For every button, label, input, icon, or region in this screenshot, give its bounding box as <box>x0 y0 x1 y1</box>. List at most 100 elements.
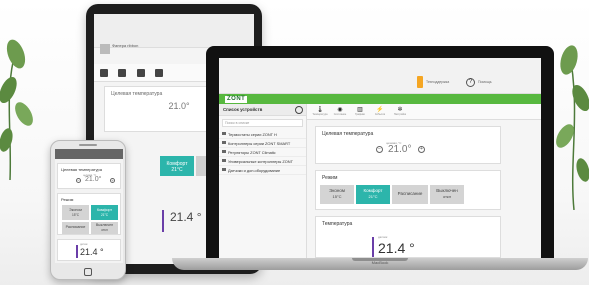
phone-increase-button[interactable]: + <box>110 178 115 183</box>
user-link[interactable]: Техподдержка <box>426 80 449 84</box>
sidebar-title: Список устройств <box>223 107 263 112</box>
target-temperature-card: Целевая температура целевая, °С − 21.0° … <box>315 126 501 164</box>
phone-target-title: Целевая температура <box>61 167 102 172</box>
thermometer-icon[interactable]: 🌡 Температура <box>311 106 329 118</box>
phone-decrease-button[interactable]: − <box>76 178 81 183</box>
main-toolbar: 🌡 Температура ◉ Состояние ▥ Графики ⚡ Событи… <box>307 104 541 120</box>
tool-caption: Настройки <box>393 113 407 116</box>
tablet-tool-icon[interactable] <box>100 69 108 77</box>
phone-mode-card: Режим Эконом 15°C Комфорт 21°C Расписани… <box>57 193 121 235</box>
phone-mode-label: Эконом <box>69 208 82 212</box>
phone-device: Целевая температура целевая, °С − 21.0° … <box>50 140 126 280</box>
mode-schedule-button[interactable]: Расписание <box>392 185 428 204</box>
phone-mode-label: Комфорт <box>96 208 113 212</box>
phone-temperature-caption: датчик <box>80 243 88 246</box>
tool-caption: Температура <box>312 113 328 116</box>
sidebar-search-input[interactable]: Поиск в списке <box>222 119 303 127</box>
settings-icon[interactable]: ✲ Настройки <box>391 106 409 118</box>
sidebar-item-label: Контроллеры серии ZONT SMART <box>228 141 291 146</box>
phone-mode-temp: откл <box>101 227 108 232</box>
sidebar-item-label: Универсальные контроллеры ZONT <box>228 159 293 164</box>
phone-temperature-card: датчик 21.4 ° <box>57 239 121 261</box>
app-top-bar <box>219 58 541 94</box>
mode-label: Эконом <box>329 188 345 193</box>
laptop-base: MacBook <box>172 258 588 270</box>
help-link[interactable]: Помощь <box>478 80 492 84</box>
temperature-card-title: Температура <box>322 221 353 227</box>
folder-icon <box>222 150 226 153</box>
phone-home-button[interactable] <box>84 268 92 276</box>
phone-mode-comfort-button[interactable]: Комфорт 21°C <box>91 205 118 220</box>
phone-mode-title: Режим <box>61 197 74 202</box>
zont-logo[interactable]: ZONT <box>225 96 248 103</box>
mode-temp: 21°C <box>368 194 378 199</box>
tablet-temp-bar <box>162 210 164 232</box>
laptop-device: Техподдержка ? Помощь ZONT Список устрой… <box>172 46 588 270</box>
tablet-tool-icon[interactable] <box>136 69 145 77</box>
user-phone-icon[interactable] <box>417 76 423 88</box>
main-panel: 🌡 Температура ◉ Состояние ▥ Графики ⚡ Событи… <box>307 104 541 258</box>
tablet-tool-icon[interactable] <box>155 69 164 77</box>
mode-label: Расписание <box>397 191 423 196</box>
sidebar-item[interactable]: Универсальные контроллеры ZONT <box>219 157 306 166</box>
folder-icon <box>222 168 226 171</box>
target-value: 21.0° <box>388 144 412 155</box>
phone-speaker <box>79 144 97 146</box>
increase-target-button[interactable]: + <box>418 146 425 153</box>
temperature-caption: датчик <box>378 235 388 239</box>
sidebar-item-label: Датчики и доп.оборудование <box>228 168 281 173</box>
mode-off-button[interactable]: Выключен откл <box>430 185 464 204</box>
folder-icon <box>222 141 226 144</box>
phone-mode-economy-button[interactable]: Эконом 15°C <box>62 205 89 220</box>
tool-caption: События <box>374 113 386 116</box>
phone-mode-label: Расписание <box>65 225 86 229</box>
laptop-screen: Техподдержка ? Помощь ZONT Список устрой… <box>219 58 541 258</box>
mode-temp: откл <box>442 194 452 199</box>
sidebar-item[interactable]: Термостаты серии ZONT H <box>219 130 306 139</box>
gauge-icon[interactable]: ◉ Состояние <box>331 106 349 118</box>
sidebar-item-label: Термостаты серии ZONT H <box>228 132 277 137</box>
phone-mode-temp: 15°C <box>71 212 80 217</box>
laptop-lid: Техподдержка ? Помощь ZONT Список устрой… <box>206 46 554 260</box>
phone-screen: Целевая температура целевая, °С − 21.0° … <box>55 149 123 263</box>
tool-caption: Состояние <box>333 113 347 116</box>
phone-target-card: Целевая температура целевая, °С − 21.0° … <box>57 163 121 189</box>
tablet-app-logo <box>100 44 110 54</box>
sidebar-item[interactable]: Контроллеры серии ZONT SMART <box>219 139 306 148</box>
tablet-mode-comfort[interactable]: Комфорт 21°C <box>160 156 194 176</box>
sidebar-header: Список устройств <box>219 104 306 116</box>
phone-top-bar <box>55 149 123 159</box>
laptop-brand-label: MacBook <box>371 260 389 265</box>
mode-economy-button[interactable]: Эконом 15°C <box>320 185 354 204</box>
temperature-bar <box>372 237 374 257</box>
target-card-title: Целевая температура <box>322 131 374 137</box>
phone-temperature-value: 21.4 ° <box>80 247 104 257</box>
mode-card-title: Режим <box>322 175 338 181</box>
mode-comfort-button[interactable]: Комфорт 21°C <box>356 185 390 204</box>
mode-label: Выключен <box>436 188 458 193</box>
tool-caption: Графики <box>355 113 365 116</box>
phone-mode-temp: 21°C <box>100 212 109 217</box>
phone-temperature-bar <box>76 245 78 258</box>
decrease-target-button[interactable]: − <box>376 146 383 153</box>
power-icon[interactable]: ⚡ События <box>371 106 389 118</box>
chart-icon[interactable]: ▥ Графики <box>351 106 369 118</box>
phone-mode-schedule-button[interactable]: Расписание <box>62 222 89 234</box>
mode-temp: 15°C <box>332 194 342 199</box>
folder-icon <box>222 132 226 135</box>
temperature-card: Температура датчик 21.4 ° <box>315 216 501 258</box>
sidebar-item-label: Регуляторы ZONT Climatic <box>228 150 276 155</box>
help-icon[interactable]: ? <box>466 78 475 87</box>
product-scene: Фанера ribbon Целевая температура 21.0° … <box>0 0 589 285</box>
sidebar-settings-icon[interactable] <box>295 106 303 114</box>
phone-mode-label: Выключен <box>95 223 114 227</box>
sidebar-item[interactable]: Регуляторы ZONT Climatic <box>219 148 306 157</box>
temperature-value: 21.4 ° <box>378 240 415 256</box>
sidebar-item[interactable]: Датчики и доп.оборудование <box>219 166 306 175</box>
tablet-app-title: Фанера ribbon <box>112 43 139 48</box>
mode-card: Режим Эконом 15°C Комфорт 21°C Расписани… <box>315 170 501 210</box>
tablet-tool-icon[interactable] <box>118 69 127 77</box>
device-sidebar: Список устройств Поиск в списке Термоста… <box>219 104 307 258</box>
phone-mode-off-button[interactable]: Выключен откл <box>91 222 118 234</box>
tablet-temp-value: 21.4 ° <box>170 210 202 224</box>
